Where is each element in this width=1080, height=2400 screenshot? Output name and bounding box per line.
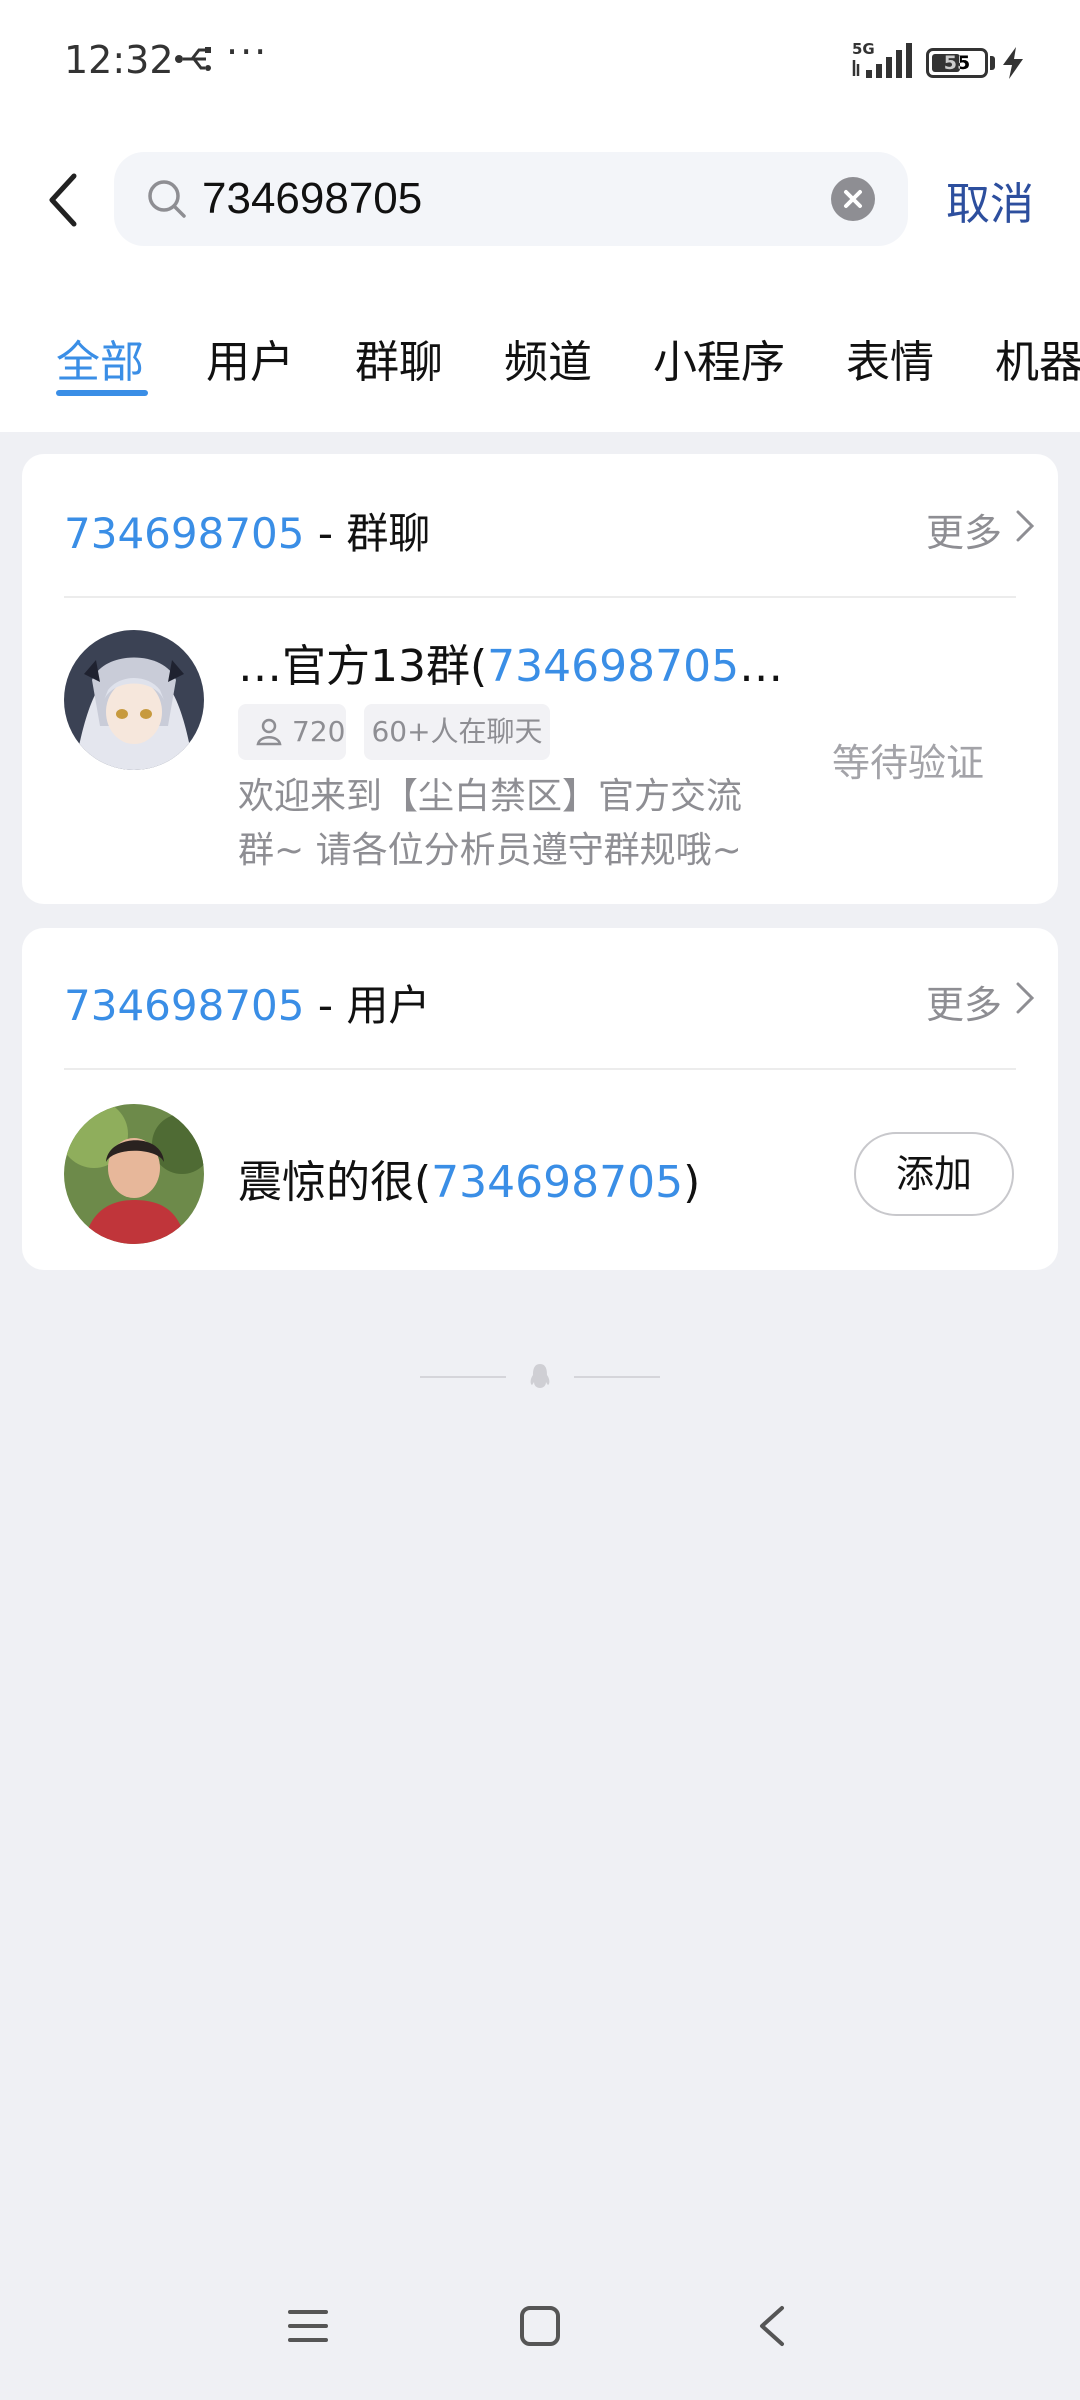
- battery-icon: 55: [926, 48, 988, 78]
- member-count: 720: [292, 715, 346, 748]
- group-results-card: 734698705 - 群聊 更多 …官方13群(734698705… 720 …: [22, 454, 1058, 904]
- recent-apps-icon[interactable]: [286, 2304, 330, 2348]
- charging-icon: [1003, 47, 1023, 79]
- group-name-prefix: …官方13群(: [238, 641, 488, 692]
- group-section-query: 734698705: [64, 509, 305, 558]
- cancel-button[interactable]: 取消: [946, 168, 1034, 232]
- member-count-tag: 720: [238, 704, 346, 760]
- user-more-button[interactable]: 更多: [925, 974, 1035, 1029]
- tab-groups[interactable]: 群聊: [355, 326, 443, 390]
- active-tab-indicator: [56, 390, 148, 396]
- pending-verification-status: 等待验证: [831, 741, 984, 785]
- section-divider: [64, 596, 1016, 598]
- back-nav-icon[interactable]: [756, 2304, 788, 2348]
- person-icon: [256, 718, 282, 746]
- search-input[interactable]: [202, 162, 822, 236]
- user-name: 震惊的很(734698705): [238, 1146, 700, 1210]
- tab-mini-programs[interactable]: 小程序: [653, 326, 785, 390]
- usb-icon: [175, 47, 211, 71]
- tab-all[interactable]: 全部: [56, 326, 144, 390]
- group-name: …官方13群(734698705…: [238, 630, 783, 694]
- group-section-title: 734698705 - 群聊: [64, 500, 430, 561]
- group-name-suffix: …: [739, 641, 784, 692]
- search-box[interactable]: [114, 152, 908, 246]
- user-name-suffix: ): [683, 1157, 701, 1208]
- end-divider-right: [574, 1376, 660, 1378]
- home-icon[interactable]: [518, 2304, 562, 2348]
- more-notifications-icon: ···: [226, 30, 269, 74]
- section-divider: [64, 1068, 1016, 1070]
- add-friend-button[interactable]: 添加: [854, 1132, 1014, 1216]
- group-more-button[interactable]: 更多: [925, 502, 1035, 557]
- user-section-label: - 用户: [304, 981, 431, 1030]
- tab-stickers[interactable]: 表情: [846, 326, 934, 390]
- user-avatar: [64, 1104, 204, 1244]
- user-more-label: 更多: [925, 983, 1002, 1027]
- user-section-query: 734698705: [64, 981, 305, 1030]
- qq-penguin-icon: [530, 1364, 550, 1388]
- top-area: 12:32 ··· 5G 55 取: [0, 0, 1080, 432]
- clear-search-button[interactable]: [831, 177, 875, 221]
- status-time: 12:32: [64, 38, 174, 82]
- user-section-title: 734698705 - 用户: [64, 972, 430, 1033]
- group-section-label: - 群聊: [304, 509, 431, 558]
- user-name-highlight: 734698705: [431, 1157, 684, 1208]
- tab-users[interactable]: 用户: [206, 326, 294, 390]
- group-name-highlight: 734698705: [487, 641, 740, 692]
- group-description-line-2: 群~ 请各位分析员遵守群规哦~: [238, 830, 742, 871]
- user-results-card: 734698705 - 用户 更多 震惊的很(734698705) 添加: [22, 928, 1058, 1270]
- chevron-right-icon: [1016, 510, 1035, 542]
- back-button[interactable]: [40, 168, 88, 232]
- group-avatar: [64, 630, 204, 770]
- chevron-right-icon: [1016, 982, 1035, 1014]
- search-icon: [148, 180, 186, 218]
- signal-icon: 5G: [852, 40, 912, 78]
- battery-level: 55: [943, 52, 971, 74]
- active-chat-tag: 60+人在聊天: [364, 704, 550, 760]
- network-type: 5G: [852, 40, 875, 58]
- close-icon: [844, 190, 862, 208]
- group-more-label: 更多: [925, 511, 1002, 555]
- user-name-prefix: 震惊的很(: [238, 1157, 432, 1208]
- group-description: 欢迎来到【尘白禁区】官方交流 群~ 请各位分析员遵守群规哦~: [238, 770, 798, 878]
- tab-channels[interactable]: 频道: [504, 326, 592, 390]
- tab-bots[interactable]: 机器: [995, 326, 1080, 390]
- group-description-line-1: 欢迎来到【尘白禁区】官方交流: [238, 776, 743, 817]
- end-divider-left: [420, 1376, 506, 1378]
- battery-cap: [990, 56, 995, 70]
